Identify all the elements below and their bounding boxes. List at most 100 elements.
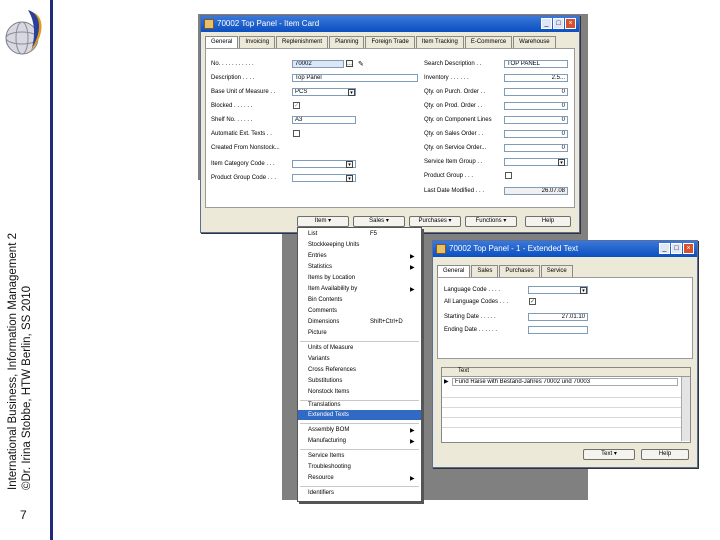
tab-sales[interactable]: Sales xyxy=(471,265,499,277)
lookup-arrow-icon[interactable]: ▾ xyxy=(348,88,355,96)
item-dropdown-menu: List F5 Stockkeeping Units Entries ▶ Sta… xyxy=(297,227,422,502)
lookup-arrow-icon[interactable]: ▾ xyxy=(346,160,353,168)
minimize-icon[interactable]: _ xyxy=(659,243,670,254)
menu-item-units-of-measure[interactable]: Units of Measure xyxy=(308,345,353,351)
tab-invoicing[interactable]: Invoicing xyxy=(239,36,276,48)
menu-item-statistics[interactable]: Statistics xyxy=(308,264,332,270)
menu-item-extended-texts[interactable]: Extended Texts xyxy=(308,412,349,418)
lookup-arrow-icon[interactable]: ▾ xyxy=(580,286,587,294)
menu-item-picture[interactable]: Picture xyxy=(308,330,327,336)
menu-item-availability[interactable]: Item Availability by xyxy=(308,286,357,292)
shelf-no-field[interactable]: A3 xyxy=(292,116,356,124)
lookup-arrow-icon[interactable]: ▾ xyxy=(346,174,353,182)
inventory-field[interactable]: 2.5... xyxy=(504,74,568,82)
submenu-arrow-icon: ▶ xyxy=(410,265,415,271)
close-icon[interactable]: × xyxy=(683,243,694,254)
menu-item-substitutions[interactable]: Substitutions xyxy=(308,378,342,384)
menu-item-items-by-location[interactable]: Items by Location xyxy=(308,275,355,281)
language-code-field[interactable] xyxy=(528,286,588,294)
label-qty-comp: Qty. on Component Lines xyxy=(424,117,492,123)
menu-item-assembly-bom[interactable]: Assembly BOM xyxy=(308,427,349,433)
tab-e-commerce[interactable]: E-Commerce xyxy=(464,36,513,48)
menu-item-list[interactable]: List xyxy=(308,231,317,237)
lookup-arrow-icon[interactable]: ▾ xyxy=(558,158,565,166)
text-button[interactable]: Text ▾ xyxy=(583,449,635,460)
auto-ext-texts-checkbox[interactable] xyxy=(293,130,300,137)
qty-prod-field[interactable]: 0 xyxy=(504,102,568,110)
starting-date-field[interactable]: 27.01.10 xyxy=(528,313,588,321)
blocked-checkbox[interactable]: ✓ xyxy=(293,102,300,109)
base-uom-field[interactable]: PCS xyxy=(292,88,356,96)
side-text-line2: ©Dr. Irina Stobbe, HTW Berlin, SS 2010 xyxy=(21,285,33,490)
tab-foreign-trade[interactable]: Foreign Trade xyxy=(365,36,415,48)
extended-text-general-panel: Language Code . . . . ▾ All Language Cod… xyxy=(437,277,693,359)
close-icon[interactable]: × xyxy=(565,18,576,29)
menu-separator xyxy=(300,400,419,401)
ending-date-field[interactable] xyxy=(528,326,588,334)
menu-item-translations[interactable]: Translations xyxy=(308,402,340,408)
label-qty-prod: Qty. on Prod. Order . . xyxy=(424,103,483,109)
all-language-codes-checkbox[interactable]: ✓ xyxy=(529,298,536,305)
edit-icon[interactable]: ✎ xyxy=(358,60,364,68)
product-group-checkbox[interactable] xyxy=(505,172,512,179)
grid-line xyxy=(442,427,690,428)
label-language-code: Language Code . . . . xyxy=(444,287,501,293)
tab-service[interactable]: Service xyxy=(540,265,573,277)
menu-item-dimensions[interactable]: Dimensions xyxy=(308,319,339,325)
tab-purchases[interactable]: Purchases xyxy=(499,265,540,277)
menu-item-nonstock-items[interactable]: Nonstock Items xyxy=(308,389,349,395)
functions-button[interactable]: Functions ▾ xyxy=(465,216,517,227)
grid-scrollbar[interactable] xyxy=(681,377,690,441)
item-card-titlebar[interactable]: 70002 Top Panel - Item Card _ □ × xyxy=(201,16,579,32)
menu-item-manufacturing[interactable]: Manufacturing xyxy=(308,438,346,444)
menu-item-comments[interactable]: Comments xyxy=(308,308,337,314)
minimize-icon[interactable]: _ xyxy=(541,18,552,29)
qty-sales-field[interactable]: 0 xyxy=(504,130,568,138)
tab-warehouse[interactable]: Warehouse xyxy=(513,36,556,48)
description-field[interactable]: Top Panel xyxy=(292,74,418,82)
menu-item-resource[interactable]: Resource xyxy=(308,475,334,481)
no-field[interactable]: 70002 xyxy=(292,60,344,68)
window-icon xyxy=(436,244,446,254)
extended-text-titlebar[interactable]: 70002 Top Panel - 1 - Extended Text _ □ … xyxy=(433,241,697,257)
qty-comp-field[interactable]: 0 xyxy=(504,116,568,124)
help-button[interactable]: Help xyxy=(525,216,571,227)
tab-planning[interactable]: Planning xyxy=(329,36,365,48)
grid-row-1-text[interactable]: Fund Raise with Bestand-Jahres 70002 und… xyxy=(452,378,678,386)
maximize-icon[interactable]: □ xyxy=(553,18,564,29)
submenu-arrow-icon: ▶ xyxy=(410,476,415,482)
label-base-uom: Base Unit of Measure . . xyxy=(211,89,276,95)
label-product-group: Product Group Code . . . xyxy=(211,175,277,181)
submenu-arrow-icon: ▶ xyxy=(410,287,415,293)
search-description-field[interactable]: TOP PANEL xyxy=(504,60,568,68)
extended-text-grid: Text ▶ Fund Raise with Bestand-Jahres 70… xyxy=(441,367,691,443)
menu-item-service-items[interactable]: Service Items xyxy=(308,453,344,459)
purchases-button-label: Purchases xyxy=(418,218,447,224)
tab-item-tracking[interactable]: Item Tracking xyxy=(415,36,464,48)
menu-item-entries[interactable]: Entries xyxy=(308,253,327,259)
slide-side-text: International Business, Information Mana… xyxy=(6,20,34,490)
qty-service-field[interactable]: 0 xyxy=(504,144,568,152)
page-number: 7 xyxy=(20,508,27,522)
help-button[interactable]: Help xyxy=(641,449,689,460)
menu-separator xyxy=(300,341,419,342)
text-button-label: Text xyxy=(601,451,613,457)
menu-item-identifiers[interactable]: Identifiers xyxy=(308,490,334,496)
label-last-date-modified: Last Date Modified . . . xyxy=(424,188,485,194)
menu-item-troubleshooting[interactable]: Troubleshooting xyxy=(308,464,351,470)
purchases-button[interactable]: Purchases ▾ xyxy=(409,216,461,227)
tab-replenishment[interactable]: Replenishment xyxy=(276,36,329,48)
assist-edit-icon[interactable]: … xyxy=(346,60,353,67)
menu-item-stockkeeping-units[interactable]: Stockkeeping Units xyxy=(308,242,359,248)
side-text-line1: International Business, Information Mana… xyxy=(7,233,19,490)
menu-item-variants[interactable]: Variants xyxy=(308,356,330,362)
menu-item-cross-references[interactable]: Cross References xyxy=(308,367,356,373)
grid-line xyxy=(442,397,690,398)
qty-purch-field[interactable]: 0 xyxy=(504,88,568,96)
menu-item-bin-contents[interactable]: Bin Contents xyxy=(308,297,342,303)
label-starting-date: Starting Date . . . . . xyxy=(444,314,496,320)
maximize-icon[interactable]: □ xyxy=(671,243,682,254)
sales-button[interactable]: Sales ▾ xyxy=(353,216,405,227)
item-button[interactable]: Item ▾ xyxy=(297,216,349,227)
sales-button-label: Sales xyxy=(369,218,385,224)
